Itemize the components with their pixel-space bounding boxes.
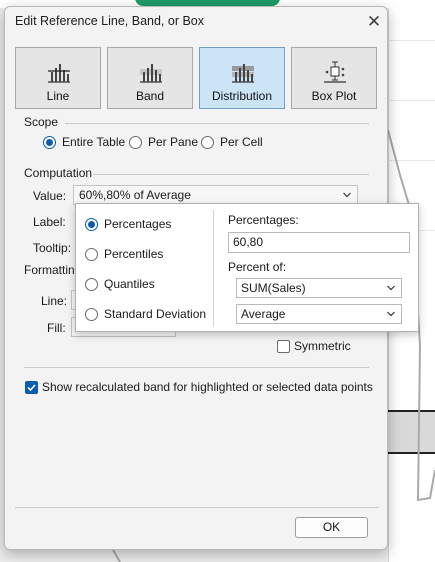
standard-deviation-option-label: Standard Deviation <box>104 307 207 321</box>
chevron-down-icon <box>343 192 351 198</box>
fill-label: Fill: <box>47 321 66 335</box>
standard-deviation-radio[interactable]: Standard Deviation <box>85 307 206 321</box>
distribution-values-popup: Percentages Percentiles Quantiles Standa… <box>75 203 419 332</box>
computation-divider <box>93 174 369 175</box>
box-plot-icon <box>324 61 346 83</box>
radio-icon <box>85 277 98 291</box>
percentages-field-label: Percentages: <box>228 213 299 227</box>
checkbox-checked-icon <box>25 380 38 394</box>
quantiles-option-label: Quantiles <box>104 277 155 291</box>
scope-per-pane-label: Per Pane <box>148 135 199 149</box>
formatting-heading: Formatting <box>24 263 82 277</box>
radio-selected-icon <box>43 135 56 149</box>
radio-selected-icon <box>85 217 98 231</box>
scope-heading: Scope <box>24 115 59 129</box>
percent-of-field-dropdown[interactable]: SUM(Sales) <box>236 278 402 298</box>
percent-of-aggregation-dropdown[interactable]: Average <box>236 304 402 324</box>
scope-per-cell-label: Per Cell <box>220 135 263 149</box>
radio-icon <box>129 135 142 149</box>
radio-icon <box>85 247 98 261</box>
scope-entire-table-radio[interactable]: Entire Table <box>43 135 125 149</box>
symmetric-checkbox[interactable]: Symmetric <box>277 339 351 353</box>
popup-divider <box>213 210 214 327</box>
type-distribution-label: Distribution <box>211 89 273 103</box>
percent-of-aggregation-text: Average <box>241 307 286 321</box>
label-label: Label: <box>33 215 66 229</box>
percent-of-label: Percent of: <box>228 260 287 274</box>
footer-divider <box>15 507 379 508</box>
type-band-label: Band <box>135 89 165 103</box>
reference-band-icon <box>140 64 162 83</box>
type-line-label: Line <box>46 89 70 103</box>
show-recalculated-label: Show recalculated band for highlighted o… <box>42 380 373 394</box>
scope-per-pane-radio[interactable]: Per Pane <box>129 135 198 149</box>
value-dropdown-text: 60%,80% of Average <box>79 188 191 202</box>
dialog-title: Edit Reference Line, Band, or Box <box>15 14 205 28</box>
type-band-button[interactable]: Band <box>107 47 193 109</box>
percentages-input[interactable]: 60,80 <box>228 232 410 253</box>
close-icon[interactable]: ✕ <box>363 11 385 33</box>
scope-per-cell-radio[interactable]: Per Cell <box>201 135 263 149</box>
show-recalculated-checkbox[interactable]: Show recalculated band for highlighted o… <box>25 380 373 394</box>
type-distribution-button[interactable]: Distribution <box>199 47 285 109</box>
percentages-radio[interactable]: Percentages <box>85 217 171 231</box>
scope-entire-table-label: Entire Table <box>62 135 126 149</box>
checkbox-icon <box>277 339 290 353</box>
type-box-plot-button[interactable]: Box Plot <box>291 47 377 109</box>
distribution-icon <box>232 64 254 83</box>
percentages-option-label: Percentages <box>104 217 172 231</box>
percent-of-field-text: SUM(Sales) <box>241 281 306 295</box>
chevron-down-icon <box>387 311 395 317</box>
ok-button[interactable]: OK <box>295 517 368 538</box>
formatting-divider <box>24 367 369 368</box>
scope-divider <box>65 123 369 124</box>
value-label: Value: <box>33 189 67 203</box>
type-box-plot-label: Box Plot <box>311 89 357 103</box>
percentiles-option-label: Percentiles <box>104 247 164 261</box>
radio-icon <box>85 307 98 321</box>
radio-icon <box>201 135 214 149</box>
chevron-down-icon <box>387 285 395 291</box>
type-line-button[interactable]: Line <box>15 47 101 109</box>
line-style-label: Line: <box>41 294 68 308</box>
percentiles-radio[interactable]: Percentiles <box>85 247 163 261</box>
quantiles-radio[interactable]: Quantiles <box>85 277 155 291</box>
tooltip-label: Tooltip: <box>33 241 72 255</box>
reference-line-icon <box>48 64 70 83</box>
value-dropdown[interactable]: 60%,80% of Average <box>73 185 358 205</box>
symmetric-label: Symmetric <box>294 339 351 353</box>
computation-heading: Computation <box>24 166 93 180</box>
